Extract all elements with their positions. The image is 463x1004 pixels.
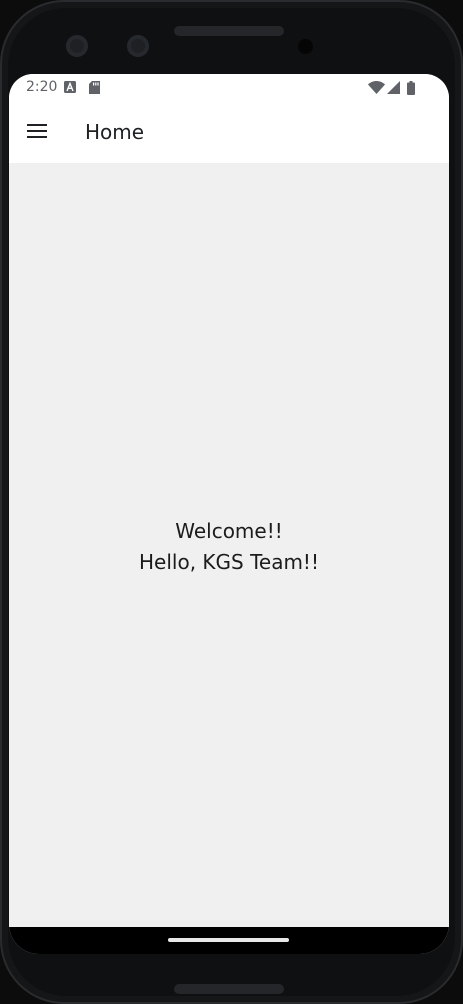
hamburger-menu-icon[interactable] — [27, 122, 49, 140]
screen: 2:20 Home Welcome!! Hello, KGS Team!! — [9, 74, 449, 954]
phone-frame: 2:20 Home Welcome!! Hello, KGS Team!! — [0, 0, 463, 1004]
sd-card-icon — [89, 81, 100, 94]
front-camera-icon — [298, 39, 313, 54]
welcome-line: Welcome!! — [175, 519, 283, 543]
app-bar: Home — [9, 102, 449, 163]
main-content: Welcome!! Hello, KGS Team!! — [9, 163, 449, 927]
signal-icon — [387, 81, 400, 94]
wifi-icon — [368, 81, 385, 94]
navigation-bar — [9, 927, 449, 954]
status-time: 2:20 — [26, 79, 58, 95]
welcome-message: Welcome!! Hello, KGS Team!! — [9, 516, 449, 578]
home-gesture-handle[interactable] — [168, 938, 289, 942]
earpiece-speaker — [174, 26, 284, 36]
bottom-speaker — [174, 984, 284, 994]
battery-icon — [407, 81, 415, 95]
status-bar: 2:20 — [9, 74, 449, 102]
camera-lens-icon — [66, 35, 88, 57]
page-title: Home — [85, 120, 145, 144]
camera-lens-icon — [127, 35, 149, 57]
greeting-line: Hello, KGS Team!! — [139, 550, 319, 574]
a-notification-icon — [64, 81, 76, 93]
